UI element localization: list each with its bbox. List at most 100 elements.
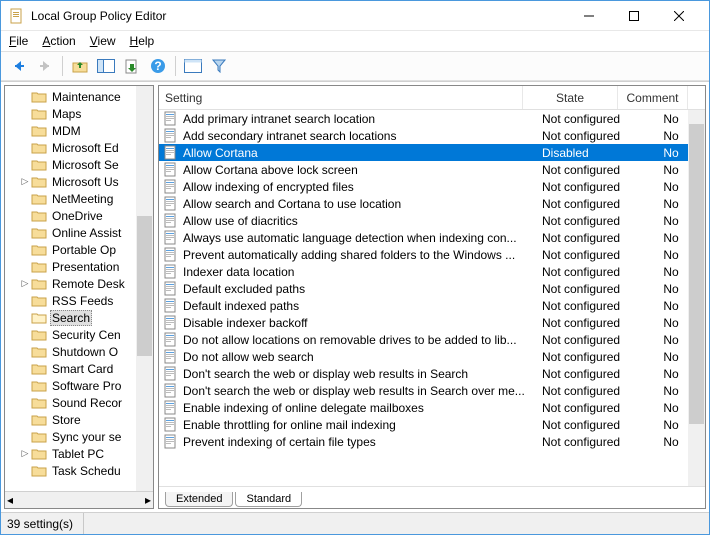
- tree-item[interactable]: Maps: [5, 105, 153, 122]
- forward-button[interactable]: [33, 54, 57, 78]
- tree-item[interactable]: Presentation: [5, 258, 153, 275]
- folder-icon: [31, 328, 47, 342]
- expander-icon[interactable]: ▷: [19, 448, 31, 459]
- policy-setting: Allow Cortana: [183, 146, 542, 160]
- policy-row[interactable]: Do not allow locations on removable driv…: [159, 331, 705, 348]
- tree-item[interactable]: Software Pro: [5, 377, 153, 394]
- policy-row[interactable]: Disable indexer backoffNot configuredNo: [159, 314, 705, 331]
- tree-item-label: Remote Desk: [50, 277, 127, 291]
- policy-state: Not configured: [542, 401, 637, 415]
- policy-row[interactable]: Don't search the web or display web resu…: [159, 382, 705, 399]
- expander-icon[interactable]: ▷: [19, 176, 31, 187]
- policy-row[interactable]: Allow CortanaDisabledNo: [159, 144, 705, 161]
- column-setting[interactable]: Setting: [159, 86, 523, 109]
- policy-row[interactable]: Allow indexing of encrypted filesNot con…: [159, 178, 705, 195]
- column-comment[interactable]: Comment: [618, 86, 688, 109]
- policy-setting: Disable indexer backoff: [183, 316, 542, 330]
- folder-icon: [31, 209, 47, 223]
- policy-row[interactable]: Default indexed pathsNot configuredNo: [159, 297, 705, 314]
- policy-row[interactable]: Default excluded pathsNot configuredNo: [159, 280, 705, 297]
- policy-setting: Do not allow web search: [183, 350, 542, 364]
- tree-item[interactable]: Sync your se: [5, 428, 153, 445]
- tree-item[interactable]: ▷Microsoft Us: [5, 173, 153, 190]
- close-button[interactable]: [656, 1, 701, 31]
- policy-row[interactable]: Enable indexing of online delegate mailb…: [159, 399, 705, 416]
- menu-view[interactable]: View: [90, 34, 116, 48]
- menubar: File Action View Help: [1, 31, 709, 51]
- list-vertical-scrollbar[interactable]: [688, 110, 705, 486]
- policy-icon: [163, 179, 179, 195]
- tab-extended[interactable]: Extended: [165, 492, 233, 507]
- list-header: Setting State Comment: [159, 86, 705, 110]
- tree-item[interactable]: Task Schedu: [5, 462, 153, 479]
- policy-row[interactable]: Don't search the web or display web resu…: [159, 365, 705, 382]
- minimize-button[interactable]: [566, 1, 611, 31]
- policy-row[interactable]: Do not allow web searchNot configuredNo: [159, 348, 705, 365]
- properties-button[interactable]: [181, 54, 205, 78]
- tree-item[interactable]: Online Assist: [5, 224, 153, 241]
- policy-row[interactable]: Allow Cortana above lock screenNot confi…: [159, 161, 705, 178]
- tree-item[interactable]: MDM: [5, 122, 153, 139]
- tab-standard[interactable]: Standard: [235, 492, 302, 507]
- column-state[interactable]: State: [523, 86, 618, 109]
- tree-item[interactable]: Portable Op: [5, 241, 153, 258]
- tree-pane: MaintenanceMapsMDM Microsoft EdMicrosoft …: [4, 85, 154, 509]
- tree-horizontal-scrollbar[interactable]: ◂ ▸: [5, 491, 153, 508]
- menu-file[interactable]: File: [9, 34, 28, 48]
- tree-item-label: Shutdown O: [50, 345, 120, 359]
- menu-action[interactable]: Action: [42, 34, 75, 48]
- tree-item[interactable]: Security Cen: [5, 326, 153, 343]
- help-button[interactable]: ?: [146, 54, 170, 78]
- filter-button[interactable]: [207, 54, 231, 78]
- policy-row[interactable]: Prevent indexing of certain file typesNo…: [159, 433, 705, 450]
- export-list-button[interactable]: [120, 54, 144, 78]
- tree-item[interactable]: Microsoft Ed: [5, 139, 153, 156]
- policy-row[interactable]: Always use automatic language detection …: [159, 229, 705, 246]
- list-body[interactable]: Add primary intranet search locationNot …: [159, 110, 705, 486]
- back-button[interactable]: [7, 54, 31, 78]
- tree-item[interactable]: ▷ Remote Desk: [5, 275, 153, 292]
- up-folder-button[interactable]: [68, 54, 92, 78]
- scroll-left-icon[interactable]: ◂: [7, 493, 13, 507]
- tree-item[interactable]: Sound Recor: [5, 394, 153, 411]
- tree-item[interactable]: Store: [5, 411, 153, 428]
- tree-item[interactable]: OneDrive: [5, 207, 153, 224]
- tree-item[interactable]: NetMeeting: [5, 190, 153, 207]
- policy-row[interactable]: Add secondary intranet search locationsN…: [159, 127, 705, 144]
- policy-state: Not configured: [542, 197, 637, 211]
- policy-state: Not configured: [542, 214, 637, 228]
- tree-vertical-scrollbar[interactable]: [136, 86, 153, 491]
- tree-item[interactable]: Microsoft Se: [5, 156, 153, 173]
- policy-setting: Don't search the web or display web resu…: [183, 384, 542, 398]
- tree-item[interactable]: Smart Card: [5, 360, 153, 377]
- tree-item[interactable]: Shutdown O: [5, 343, 153, 360]
- policy-row[interactable]: Allow search and Cortana to use location…: [159, 195, 705, 212]
- tree-item[interactable]: Search: [5, 309, 153, 326]
- expander-icon[interactable]: ▷: [19, 278, 31, 289]
- policy-row[interactable]: Indexer data locationNot configuredNo: [159, 263, 705, 280]
- tree-item[interactable]: RSS Feeds: [5, 292, 153, 309]
- policy-setting: Prevent indexing of certain file types: [183, 435, 542, 449]
- policy-setting: Default indexed paths: [183, 299, 542, 313]
- tree-item-label: Microsoft Ed: [50, 141, 121, 155]
- scroll-right-icon[interactable]: ▸: [145, 493, 151, 507]
- tree[interactable]: MaintenanceMapsMDM Microsoft EdMicrosoft …: [5, 86, 153, 491]
- tree-item-label: Sound Recor: [50, 396, 124, 410]
- policy-row[interactable]: Allow use of diacriticsNot configuredNo: [159, 212, 705, 229]
- menu-help[interactable]: Help: [130, 34, 155, 48]
- policy-icon: [163, 298, 179, 314]
- maximize-button[interactable]: [611, 1, 656, 31]
- policy-setting: Always use automatic language detection …: [183, 231, 542, 245]
- folder-icon: [31, 226, 47, 240]
- tree-item[interactable]: Maintenance: [5, 88, 153, 105]
- policy-state: Not configured: [542, 248, 637, 262]
- folder-icon: [31, 175, 47, 189]
- policy-icon: [163, 145, 179, 161]
- folder-icon: [31, 413, 47, 427]
- tree-item[interactable]: ▷Tablet PC: [5, 445, 153, 462]
- policy-row[interactable]: Enable throttling for online mail indexi…: [159, 416, 705, 433]
- policy-row[interactable]: Prevent automatically adding shared fold…: [159, 246, 705, 263]
- policy-row[interactable]: Add primary intranet search locationNot …: [159, 110, 705, 127]
- tree-item-label: NetMeeting: [50, 192, 115, 206]
- show-hide-tree-button[interactable]: [94, 54, 118, 78]
